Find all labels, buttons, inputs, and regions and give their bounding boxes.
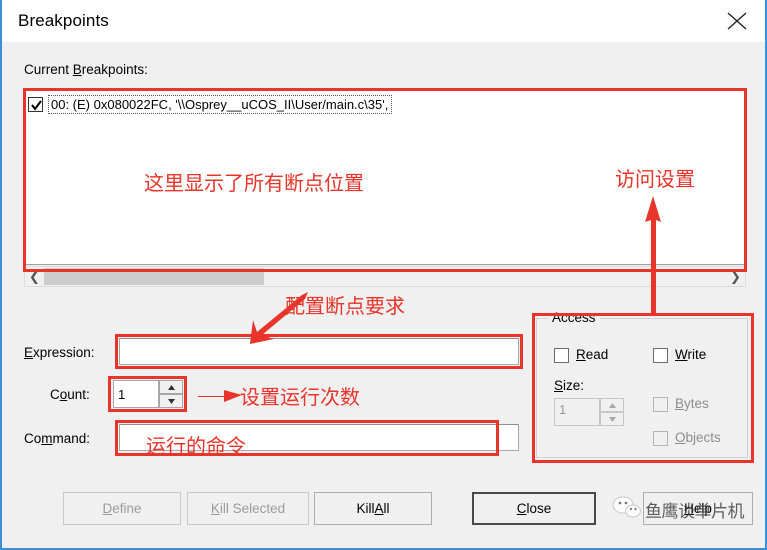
spin-down-icon <box>600 412 624 426</box>
command-label: Command: <box>24 431 91 446</box>
scrollbar-thumb[interactable] <box>44 268 264 285</box>
count-input[interactable] <box>113 380 159 408</box>
expression-label: Expression: <box>24 345 95 360</box>
read-label: Read <box>576 347 609 362</box>
objects-checkbox <box>653 431 668 446</box>
size-input: 1 <box>554 398 600 426</box>
bytes-checkbox <box>653 397 668 412</box>
define-button[interactable]: Define <box>63 492 181 525</box>
horizontal-scrollbar[interactable]: ❮ ❯ <box>24 266 746 287</box>
list-item-label: 00: (E) 0x080022FC, '\\Osprey__uCOS_II\U… <box>48 95 393 114</box>
breakpoint-enabled-checkbox[interactable] <box>28 97 43 112</box>
spin-up-icon <box>600 398 624 412</box>
spin-up-icon[interactable] <box>159 380 183 394</box>
list-item[interactable]: 00: (E) 0x080022FC, '\\Osprey__uCOS_II\U… <box>28 94 393 115</box>
chevron-right-icon[interactable]: ❯ <box>726 267 745 286</box>
count-stepper[interactable] <box>113 380 183 408</box>
help-button[interactable]: Help <box>643 492 753 525</box>
size-spin-buttons <box>600 398 624 426</box>
chevron-left-icon[interactable]: ❮ <box>25 267 44 286</box>
window-title: Breakpoints <box>18 11 109 30</box>
spin-down-icon[interactable] <box>159 394 183 408</box>
write-label: Write <box>675 347 707 362</box>
read-checkbox[interactable] <box>554 348 569 363</box>
current-breakpoints-label: Current Breakpoints: <box>24 62 148 77</box>
close-button[interactable] <box>709 0 765 41</box>
kill-selected-button[interactable]: Kill Selected <box>187 492 309 525</box>
title-bar: Breakpoints <box>2 0 765 42</box>
breakpoints-list[interactable]: 00: (E) 0x080022FC, '\\Osprey__uCOS_II\U… <box>24 90 746 265</box>
expression-input[interactable] <box>119 338 519 365</box>
size-label: Size: <box>554 378 585 393</box>
write-checkbox[interactable] <box>653 348 668 363</box>
close-dialog-button[interactable]: Close <box>472 492 596 525</box>
command-input[interactable] <box>119 424 519 451</box>
bytes-label: Bytes <box>675 396 709 411</box>
count-label: Count: <box>50 387 90 402</box>
annotation-arrow-count <box>198 390 242 402</box>
annotation-text-expression: 配置断点要求 <box>285 294 405 318</box>
objects-label: Objects <box>675 430 721 445</box>
breakpoints-dialog: Breakpoints Current Breakpoints: 00: (E)… <box>0 0 767 550</box>
kill-all-button[interactable]: Kill All <box>314 492 432 525</box>
access-group-legend: Access <box>548 310 600 325</box>
wechat-logo-icon <box>612 494 642 525</box>
count-spin-buttons[interactable] <box>159 380 183 408</box>
annotation-text-count: 设置运行次数 <box>240 385 360 409</box>
